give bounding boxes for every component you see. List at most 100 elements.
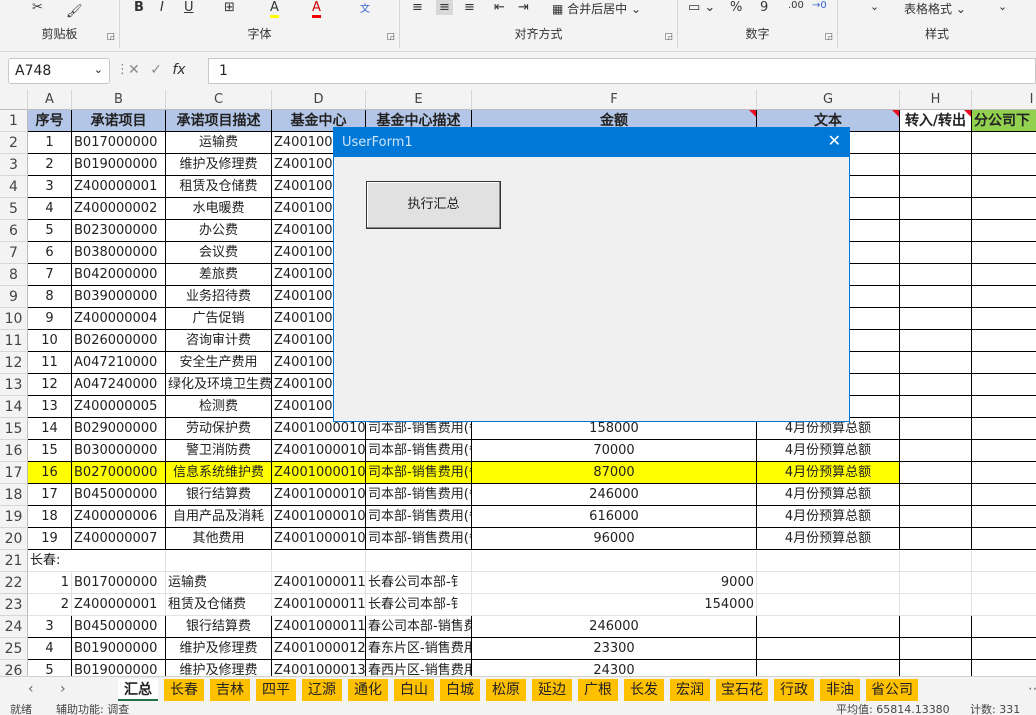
cell[interactable] — [757, 616, 900, 638]
cell[interactable] — [900, 440, 972, 462]
cell[interactable]: 司本部-销售费用(省 — [366, 462, 472, 484]
cell[interactable]: Z4001000010 — [272, 440, 366, 462]
row-header[interactable]: 1 — [0, 110, 28, 132]
cell[interactable] — [972, 220, 1036, 242]
cell[interactable] — [900, 242, 972, 264]
cell[interactable]: 13 — [28, 396, 72, 418]
cell[interactable] — [757, 594, 900, 616]
cell[interactable] — [972, 352, 1036, 374]
cell[interactable] — [900, 572, 972, 594]
cell[interactable]: 安全生产费用 — [166, 352, 272, 374]
cell[interactable] — [900, 638, 972, 660]
cell[interactable]: 5 — [28, 660, 72, 676]
header-cell[interactable]: 序号 — [28, 110, 72, 132]
cell[interactable]: 办公费 — [166, 220, 272, 242]
cell[interactable]: B038000000 — [72, 242, 166, 264]
cell[interactable] — [972, 418, 1036, 440]
sheet-tab[interactable]: 四平 — [256, 679, 296, 701]
enter-icon[interactable]: ✓ — [150, 62, 162, 78]
cell[interactable]: A047240000 — [72, 374, 166, 396]
execute-summary-button[interactable]: 执行汇总 — [366, 181, 501, 229]
cell[interactable] — [972, 660, 1036, 676]
cell[interactable] — [900, 462, 972, 484]
cell[interactable]: 4月份预算总额 — [757, 462, 900, 484]
cell[interactable]: Z400000002 — [72, 198, 166, 220]
sheet-tab[interactable]: 辽源 — [302, 679, 342, 701]
sheet-tab[interactable]: 长春 — [164, 679, 204, 701]
cell[interactable] — [757, 550, 900, 572]
cell[interactable]: B019000000 — [72, 638, 166, 660]
align-middle-icon[interactable]: ≡ — [436, 0, 453, 15]
column-header[interactable]: H — [900, 90, 972, 110]
column-header[interactable]: I — [972, 90, 1036, 110]
cell[interactable] — [900, 330, 972, 352]
cell[interactable] — [900, 154, 972, 176]
cell[interactable]: Z4001000011 — [272, 616, 366, 638]
cell[interactable]: 87000 — [472, 462, 757, 484]
cell[interactable] — [757, 660, 900, 676]
cell[interactable]: B045000000 — [72, 616, 166, 638]
sheet-tab[interactable]: 广根 — [578, 679, 618, 701]
cell[interactable]: 246000 — [472, 616, 757, 638]
cell[interactable]: 司本部-销售费用(省 — [366, 440, 472, 462]
cell[interactable]: 8 — [28, 286, 72, 308]
function-icon[interactable]: fx — [172, 62, 185, 78]
cell[interactable] — [900, 374, 972, 396]
bold-icon[interactable]: B — [134, 0, 144, 15]
cell[interactable]: 11 — [28, 352, 72, 374]
more-sheets-icon[interactable]: ⋯ — [1028, 681, 1036, 697]
cell[interactable]: 4月份预算总额 — [757, 528, 900, 550]
row-header[interactable]: 7 — [0, 242, 28, 264]
cell[interactable]: 业务招待费 — [166, 286, 272, 308]
cell[interactable] — [972, 198, 1036, 220]
percent-icon[interactable]: % — [730, 0, 742, 15]
column-header[interactable]: C — [166, 90, 272, 110]
align-top-icon[interactable]: ≡ — [412, 0, 423, 15]
column-header[interactable]: E — [366, 90, 472, 110]
conditional-format-dropdown-icon[interactable]: ⌄ — [870, 0, 879, 13]
cell[interactable] — [972, 528, 1036, 550]
cell[interactable]: Z4001000010 — [272, 484, 366, 506]
decrease-decimal-icon[interactable]: →0 — [812, 0, 827, 11]
cell[interactable]: 咨询审计费 — [166, 330, 272, 352]
table-format-button[interactable]: 表格格式 ⌄ — [904, 0, 966, 17]
align-bottom-icon[interactable]: ≡ — [464, 0, 475, 15]
row-header[interactable]: 6 — [0, 220, 28, 242]
cell[interactable]: Z4001000013 — [272, 660, 366, 676]
row-header[interactable]: 23 — [0, 594, 28, 616]
merge-center-button[interactable]: ▦ 合并后居中 ⌄ — [552, 0, 641, 17]
row-header[interactable]: 5 — [0, 198, 28, 220]
cell[interactable]: 616000 — [472, 506, 757, 528]
sheet-tab[interactable]: 汇总 — [118, 679, 158, 701]
cell[interactable]: 春东片区-销售费用 — [366, 638, 472, 660]
font-color-icon[interactable]: A — [312, 0, 321, 18]
accessibility-status[interactable]: 辅助功能: 调查 — [56, 704, 129, 715]
cell[interactable]: 春西片区-销售费用 — [366, 660, 472, 676]
row-header[interactable]: 16 — [0, 440, 28, 462]
cell[interactable]: 水电暖费 — [166, 198, 272, 220]
cell[interactable]: 运输费 — [166, 572, 272, 594]
cell[interactable]: 会议费 — [166, 242, 272, 264]
cell[interactable]: B023000000 — [72, 220, 166, 242]
cell[interactable] — [972, 132, 1036, 154]
cell[interactable]: B027000000 — [72, 462, 166, 484]
cell[interactable] — [972, 462, 1036, 484]
sheet-tab[interactable]: 白城 — [440, 679, 480, 701]
cell[interactable] — [972, 572, 1036, 594]
row-header[interactable]: 26 — [0, 660, 28, 676]
cell[interactable]: 银行结算费 — [166, 616, 272, 638]
cell[interactable]: B030000000 — [72, 440, 166, 462]
cell[interactable] — [900, 594, 972, 616]
cell[interactable]: 4月份预算总额 — [757, 440, 900, 462]
cell[interactable]: 246000 — [472, 484, 757, 506]
cell[interactable] — [972, 594, 1036, 616]
cell[interactable]: 租赁及仓储费 — [166, 176, 272, 198]
cell[interactable]: 1 — [28, 132, 72, 154]
cell[interactable] — [972, 176, 1036, 198]
cell[interactable]: 3 — [28, 616, 72, 638]
cell[interactable]: Z400000006 — [72, 506, 166, 528]
chevron-down-icon[interactable]: ⌄ — [94, 63, 103, 76]
cell[interactable]: Z4001000010 — [272, 528, 366, 550]
dialog-titlebar[interactable]: UserForm1 ✕ — [334, 128, 849, 157]
cell[interactable] — [972, 330, 1036, 352]
